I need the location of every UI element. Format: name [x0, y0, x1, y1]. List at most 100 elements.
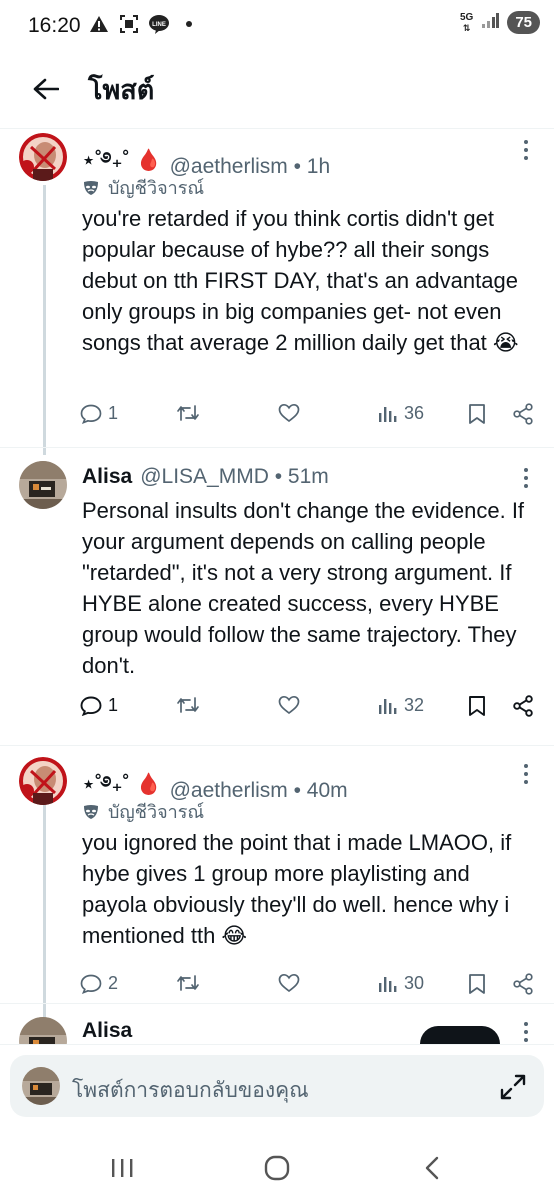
parody-badge: บัญชีวิจารณ์	[82, 797, 204, 826]
battery-indicator: 75	[507, 11, 540, 34]
parody-label: บัญชีวิจารณ์	[108, 178, 205, 198]
bookmark-icon	[469, 696, 485, 716]
tweet-actions: 2 30	[80, 973, 538, 1003]
expand-icon[interactable]	[498, 1072, 528, 1102]
avatar[interactable]	[19, 461, 67, 509]
reply-count: 2	[108, 973, 119, 993]
line-app-icon: LINE	[148, 13, 170, 35]
repost-icon	[177, 697, 199, 713]
mask-icon	[84, 804, 98, 819]
network-label: 5G	[459, 11, 474, 23]
status-bar: 16:20 LINE 5G ⇅ 75	[0, 0, 554, 52]
views-count: 32	[404, 695, 425, 715]
share-icon	[513, 403, 533, 425]
tweet-header: Alisa	[82, 1019, 132, 1043]
more-options-icon[interactable]	[518, 1021, 534, 1043]
avatar[interactable]	[19, 133, 67, 181]
chevron-left-icon	[425, 1156, 439, 1180]
reply-icon	[80, 974, 102, 994]
android-nav-bar	[0, 1132, 554, 1200]
share-icon	[513, 973, 533, 995]
more-options-icon[interactable]	[518, 139, 534, 161]
status-time: 16:20	[28, 14, 81, 37]
views-button[interactable]: 36	[378, 403, 424, 424]
home-icon	[264, 1155, 290, 1181]
back-nav-button[interactable]	[412, 1152, 452, 1184]
handle-time[interactable]: @LISA_MMD • 51m	[140, 465, 329, 489]
post-header: โพสต์	[0, 58, 554, 120]
dot-icon	[178, 13, 200, 35]
like-button[interactable]	[278, 695, 306, 715]
recent-apps-button[interactable]	[102, 1152, 142, 1184]
tweet[interactable]: Alisa @LISA_MMD • 51m Personal insults d…	[0, 447, 554, 745]
reply-icon	[80, 404, 102, 424]
page-title: โพสต์	[88, 74, 155, 105]
tweet[interactable]: ⋆˚࿔₊˚ 🩸 @aetherlism • 1h บัญชีวิจารณ์ yo…	[0, 129, 554, 447]
heart-icon	[278, 695, 300, 715]
heart-icon	[278, 403, 300, 423]
views-count: 36	[404, 403, 425, 423]
views-icon	[379, 406, 397, 422]
repost-button[interactable]	[176, 403, 206, 423]
avatar[interactable]	[19, 1017, 67, 1045]
like-button[interactable]	[278, 403, 306, 423]
repost-icon	[177, 975, 199, 991]
more-options-icon[interactable]	[518, 467, 534, 489]
notification-icons: LINE	[88, 13, 200, 35]
share-icon	[513, 695, 533, 717]
display-name[interactable]: Alisa	[82, 1019, 132, 1043]
tweet-text: you're retarded if you think cortis didn…	[82, 206, 519, 355]
tweet-text: Personal insults don't change the eviden…	[82, 498, 525, 678]
tweet-header: Alisa @LISA_MMD • 51m	[82, 465, 329, 489]
signal-icon	[481, 12, 500, 33]
network-5g-icon: 5G ⇅	[459, 11, 474, 33]
reply-placeholder: โพสต์การตอบกลับของคุณ	[72, 1079, 309, 1102]
reply-count: 1	[108, 695, 119, 715]
back-arrow-icon	[33, 78, 59, 100]
reply-input[interactable]: โพสต์การตอบกลับของคุณ	[10, 1055, 544, 1117]
tweet-text: you ignored the point that i made LMAOO,…	[82, 830, 512, 948]
views-button[interactable]: 32	[378, 695, 424, 716]
thread: ⋆˚࿔₊˚ 🩸 @aetherlism • 1h บัญชีวิจารณ์ yo…	[0, 128, 554, 1045]
repost-icon	[177, 405, 199, 421]
display-name[interactable]: Alisa	[82, 465, 132, 489]
heart-icon	[278, 973, 300, 993]
reply-icon	[80, 696, 102, 716]
like-button[interactable]	[278, 973, 306, 993]
tweet-actions: 1 36	[80, 403, 538, 433]
more-options-icon[interactable]	[518, 763, 534, 785]
screenshot-icon	[118, 13, 140, 35]
reply-bar: โพสต์การตอบกลับของคุณ	[0, 1044, 554, 1126]
system-icons: 5G ⇅ 75	[460, 11, 540, 34]
warning-icon	[88, 13, 110, 35]
views-icon	[379, 698, 397, 714]
bookmark-button[interactable]	[468, 695, 486, 717]
repost-button[interactable]	[176, 695, 206, 715]
parody-badge: บัญชีวิจารณ์	[82, 173, 204, 202]
reply-button[interactable]: 2	[80, 973, 118, 994]
parody-label: บัญชีวิจารณ์	[108, 802, 205, 822]
svg-text:LINE: LINE	[152, 22, 166, 28]
bookmark-icon	[469, 974, 485, 994]
views-button[interactable]: 30	[378, 973, 424, 994]
views-count: 30	[404, 973, 425, 993]
bookmark-button[interactable]	[468, 403, 486, 425]
share-button[interactable]	[512, 403, 534, 425]
share-button[interactable]	[512, 973, 534, 995]
reply-button[interactable]: 1	[80, 403, 118, 424]
avatar[interactable]	[19, 757, 67, 805]
home-button[interactable]	[257, 1152, 297, 1184]
user-avatar	[22, 1067, 60, 1105]
bookmark-icon	[469, 404, 485, 424]
views-icon	[379, 976, 397, 992]
mask-icon	[84, 180, 98, 195]
tweet[interactable]: ⋆˚࿔₊˚ 🩸 @aetherlism • 40m บัญชีวิจารณ์ y…	[0, 745, 554, 1003]
repost-button[interactable]	[176, 973, 206, 993]
reply-button[interactable]: 1	[80, 695, 118, 716]
reply-count: 1	[108, 403, 119, 423]
recents-icon	[112, 1159, 133, 1177]
back-button[interactable]	[26, 69, 66, 109]
bookmark-button[interactable]	[468, 973, 486, 995]
tweet-actions: 1 32	[80, 695, 538, 725]
share-button[interactable]	[512, 695, 534, 717]
